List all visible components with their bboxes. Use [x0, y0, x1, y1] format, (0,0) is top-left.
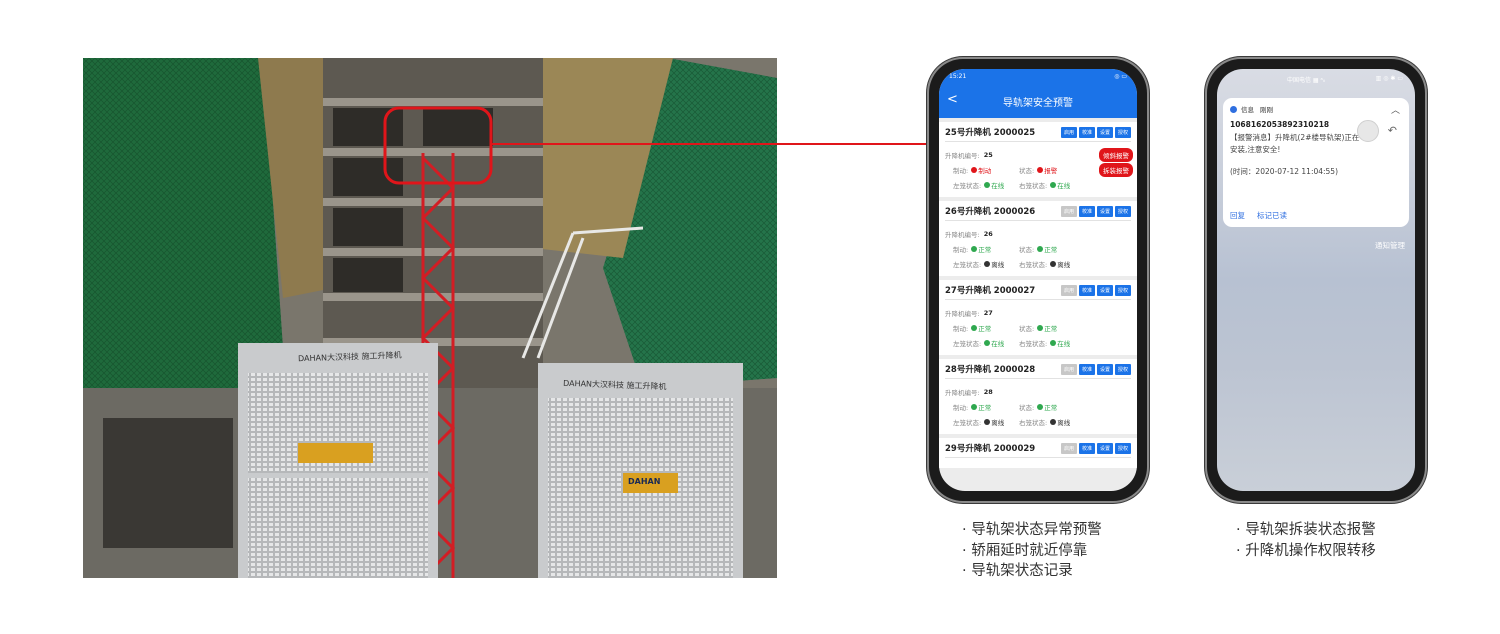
elevator-title: 28号升降机 2000028 [945, 365, 1036, 375]
notification-time: 刚刚 [1260, 106, 1273, 114]
elevator-title: 27号升降机 2000027 [945, 286, 1036, 296]
cage-state-row: 左笼状态: 在线 右笼状态: 在线 [953, 339, 1071, 348]
status-dot-icon [1050, 339, 1057, 346]
avatar [1357, 120, 1379, 142]
authorize-button[interactable]: 授权 [1114, 363, 1131, 375]
elevator-card: 26号升降机 2000026 启用 校准 设置 授权 升降机编号: 26 制动: 正… [939, 201, 1137, 276]
reply-button[interactable]: 回复 [1230, 210, 1245, 221]
page-title: 导轨架安全预警 [1003, 97, 1073, 109]
authorize-button[interactable]: 授权 [1114, 126, 1131, 138]
calibrate-button[interactable]: 校准 [1078, 205, 1095, 217]
status-dot-icon [971, 245, 978, 252]
brake-state-row: 制动: 正常 状态: 正常 [953, 403, 1058, 412]
elevator-card: 28号升降机 2000028 启用 校准 设置 授权 升降机编号: 28 制动: 正… [939, 359, 1137, 434]
caption-right: 导轨架拆装状态报警 升降机操作权限转移 [1236, 520, 1376, 561]
calibrate-button[interactable]: 校准 [1078, 126, 1095, 138]
caption-item: 升降机操作权限转移 [1236, 541, 1376, 562]
calibrate-button[interactable]: 校准 [1078, 363, 1095, 375]
brake-state-row: 制动: 正常 状态: 正常 [953, 324, 1058, 333]
phone-sms-notification: 中国电信 ▦ ᵃᵢᵢ ▥ ◎ ✱ ▭ 信息 刚刚 ︿ 1068162053892… [1207, 59, 1425, 501]
status-dot-icon [971, 403, 978, 410]
status-time: 15:21 [949, 73, 967, 80]
construction-site-photo: DAHAN大汉科技 施工升降机 DAHAN大汉科技 施工升降机 DAHAN [83, 58, 777, 578]
back-arrow-icon[interactable]: < [947, 92, 958, 108]
carrier-status: 中国电信 ▦ ᵃᵢᵢ [1287, 77, 1325, 84]
status-dot-icon [984, 339, 991, 346]
cage-state-row: 左笼状态: 在线 右笼状态: 在线 [953, 181, 1071, 190]
calibrate-button[interactable]: 校准 [1078, 442, 1095, 454]
status-dot-icon [1037, 403, 1044, 410]
status-dot-icon [984, 418, 991, 425]
status-bar: 中国电信 ▦ ᵃᵢᵢ ▥ ◎ ✱ ▭ [1217, 69, 1415, 91]
caption-item: 导轨架拆装状态报警 [1236, 520, 1376, 541]
elevator-title: 26号升降机 2000026 [945, 207, 1036, 217]
phone-screen: 15:21 ◎ ▭ < 导轨架安全预警 25号升降机 2000025 启用 校准… [939, 69, 1137, 491]
status-dot-icon [1037, 245, 1044, 252]
enable-button[interactable]: 启用 [1060, 442, 1077, 454]
elevator-title: 25号升降机 2000025 [945, 128, 1036, 138]
authorize-button[interactable]: 授权 [1114, 442, 1131, 454]
mark-read-button[interactable]: 标记已读 [1257, 210, 1287, 221]
callout-connector-line [490, 143, 930, 145]
tilt-alarm-badge: 倾斜报警 [1099, 147, 1133, 162]
status-dot-icon [971, 324, 978, 331]
status-dot-icon [1050, 418, 1057, 425]
dahan-logo: DAHAN [628, 477, 661, 486]
status-dot-icon [1050, 181, 1057, 188]
cage-state-row: 左笼状态: 离线 右笼状态: 离线 [953, 260, 1071, 269]
status-dot-icon [984, 181, 991, 188]
enable-button[interactable]: 启用 [1060, 205, 1077, 217]
status-dot-icon [1050, 260, 1057, 267]
brake-state-row: 制动: 制动 状态: 报警 拆装报警 [945, 162, 1133, 177]
enable-button[interactable]: 启用 [1060, 126, 1077, 138]
reply-icon[interactable]: ↶ [1388, 124, 1397, 137]
elevator-id-row: 升降机编号: 26 [945, 229, 993, 239]
caption-left: 导轨架状态异常预警 轿厢延时就近停靠 导轨架状态记录 [962, 520, 1102, 582]
status-dot-icon [1037, 324, 1044, 331]
enable-button[interactable]: 启用 [1060, 363, 1077, 375]
brake-state-row: 制动: 正常 状态: 正常 [953, 245, 1058, 254]
app-name: 信息 [1241, 106, 1254, 114]
status-dot-icon [1037, 166, 1044, 173]
message-body: 【报警消息】升降机(2#楼导轨架)正在安装,注意安全! [1230, 133, 1360, 154]
sms-notification-card[interactable]: 信息 刚刚 ︿ 1068162053892310218 【报警消息】升降机(2#… [1223, 98, 1409, 227]
chevron-up-icon[interactable]: ︿ [1391, 103, 1400, 116]
caption-item: 导轨架状态异常预警 [962, 520, 1102, 541]
status-dot-icon [984, 260, 991, 267]
elevator-card: 27号升降机 2000027 启用 校准 设置 授权 升降机编号: 27 制动: 正… [939, 280, 1137, 355]
caption-item: 轿厢延时就近停靠 [962, 541, 1102, 562]
status-bar: 15:21 ◎ ▭ [939, 69, 1137, 84]
elevator-id-row: 升降机编号: 25 倾斜报警 [945, 147, 1133, 162]
app-header: < 导轨架安全预警 [939, 84, 1137, 118]
settings-button[interactable]: 设置 [1096, 442, 1113, 454]
authorize-button[interactable]: 授权 [1114, 284, 1131, 296]
notification-manage-link[interactable]: 通知管理 [1375, 240, 1405, 251]
settings-button[interactable]: 设置 [1096, 363, 1113, 375]
elevator-id-row: 升降机编号: 28 [945, 387, 993, 397]
caption-item: 导轨架状态记录 [962, 561, 1102, 582]
cage-state-row: 左笼状态: 离线 右笼状态: 离线 [953, 418, 1071, 427]
status-dot-icon [971, 166, 978, 173]
elevator-title: 29号升降机 2000029 [945, 444, 1036, 454]
phone-alarm-app: 15:21 ◎ ▭ < 导轨架安全预警 25号升降机 2000025 启用 校准… [929, 59, 1147, 501]
elevator-card: 29号升降机 2000029 启用 校准 设置 授权 [939, 438, 1137, 468]
phone-screen: 中国电信 ▦ ᵃᵢᵢ ▥ ◎ ✱ ▭ 信息 刚刚 ︿ 1068162053892… [1217, 69, 1415, 491]
message-time: (时间：2020-07-12 11:04:55) [1230, 167, 1339, 176]
status-icons: ▥ ◎ ✱ ▭ [1375, 75, 1403, 82]
enable-button[interactable]: 启用 [1060, 284, 1077, 296]
dismantle-alarm-badge: 拆装报警 [1099, 162, 1133, 177]
elevator-id-row: 升降机编号: 27 [945, 308, 993, 318]
message-app-icon [1230, 105, 1237, 113]
settings-button[interactable]: 设置 [1096, 126, 1113, 138]
settings-button[interactable]: 设置 [1096, 205, 1113, 217]
authorize-button[interactable]: 授权 [1114, 205, 1131, 217]
elevator-card: 25号升降机 2000025 启用 校准 设置 授权 升降机编号: 25 倾斜报警… [939, 122, 1137, 197]
settings-button[interactable]: 设置 [1096, 284, 1113, 296]
calibrate-button[interactable]: 校准 [1078, 284, 1095, 296]
status-icons: ◎ ▭ [1114, 73, 1127, 80]
